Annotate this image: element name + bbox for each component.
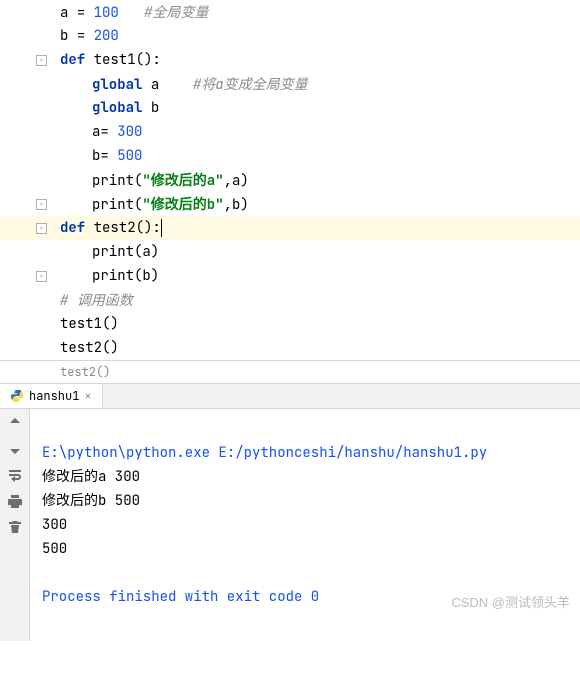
soft-wrap-icon[interactable] — [7, 467, 23, 483]
output-toolbar — [0, 409, 30, 641]
watermark: CSDN @测试领头羊 — [451, 592, 570, 611]
fold-end-icon[interactable]: − — [36, 199, 47, 210]
output-line: 300 — [42, 516, 67, 534]
output-line: E:\python\python.exe E:/pythonceshi/hans… — [42, 444, 487, 462]
scroll-down-icon[interactable] — [7, 441, 23, 457]
trash-icon[interactable] — [7, 519, 23, 535]
fold-icon[interactable]: − — [36, 223, 47, 234]
text-cursor — [161, 219, 162, 237]
close-icon[interactable]: × — [84, 388, 91, 404]
output-line: 500 — [42, 540, 67, 558]
fold-end-icon[interactable]: − — [36, 271, 47, 282]
output-line: 修改后的a 300 — [42, 468, 140, 486]
python-file-icon — [10, 389, 24, 403]
tab-label: hanshu1 — [29, 388, 79, 404]
tab-bar: hanshu1 × — [0, 383, 580, 409]
breadcrumb[interactable]: test2() — [0, 360, 580, 383]
output-line: 修改后的b 500 — [42, 492, 140, 510]
scroll-up-icon[interactable] — [7, 415, 23, 431]
print-icon[interactable] — [7, 493, 23, 509]
code-editor[interactable]: a = 100 #全局变量 b = 200 −def test1(): glob… — [0, 0, 580, 360]
tab-hanshu1[interactable]: hanshu1 × — [0, 384, 103, 408]
output-line: Process finished with exit code 0 — [42, 588, 319, 606]
fold-icon[interactable]: − — [36, 55, 47, 66]
